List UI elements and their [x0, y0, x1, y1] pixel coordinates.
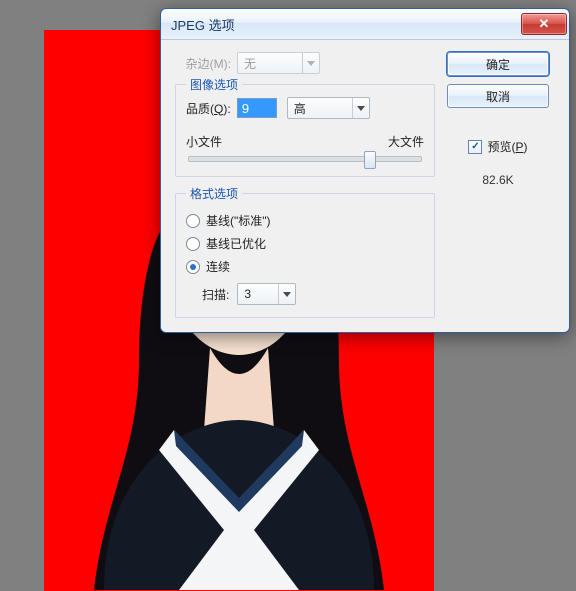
- radio-progressive[interactable]: 连续: [186, 258, 424, 275]
- slider-labels: 小文件 大文件: [186, 133, 424, 150]
- radio-baseline-standard[interactable]: 基线("标准"): [186, 212, 424, 229]
- ok-button[interactable]: 确定: [447, 52, 549, 76]
- image-options-group: 图像选项 品质(Q): 高 小文件 大文件: [175, 84, 435, 177]
- titlebar[interactable]: JPEG 选项 ✕: [161, 9, 569, 40]
- slider-label-large: 大文件: [388, 133, 424, 150]
- quality-preset-combo[interactable]: 高: [287, 97, 370, 119]
- radio-icon: [186, 214, 200, 228]
- scans-value: 3: [238, 287, 278, 301]
- preview-checkbox[interactable]: ✓ 预览(P): [468, 138, 527, 155]
- jpeg-options-dialog: JPEG 选项 ✕ 杂边(M): 无 图像选项 品质(Q):: [160, 8, 570, 333]
- cancel-button[interactable]: 取消: [447, 84, 549, 108]
- chevron-down-icon: [302, 53, 319, 73]
- ok-label: 确定: [486, 56, 510, 73]
- radio-icon: [186, 260, 200, 274]
- left-pane: 杂边(M): 无 图像选项 品质(Q): 高: [175, 52, 435, 318]
- chevron-down-icon: [278, 284, 295, 304]
- matte-combo: 无: [237, 52, 320, 74]
- radio-label: 连续: [206, 258, 230, 275]
- slider-label-small: 小文件: [186, 133, 222, 150]
- format-options-group: 格式选项 基线("标准") 基线已优化 连续 扫描: 3: [175, 193, 435, 318]
- right-pane: 确定 取消 ✓ 预览(P) 82.6K: [443, 52, 553, 318]
- filesize-text: 82.6K: [482, 173, 513, 187]
- quality-label: 品质(Q):: [186, 100, 231, 117]
- dialog-title: JPEG 选项: [171, 15, 521, 34]
- close-icon: ✕: [539, 16, 550, 32]
- slider-thumb[interactable]: [364, 151, 376, 169]
- checkbox-icon: ✓: [468, 140, 482, 154]
- quality-slider[interactable]: [188, 156, 422, 162]
- image-options-legend: 图像选项: [186, 76, 242, 93]
- format-options-legend: 格式选项: [186, 185, 242, 202]
- matte-row: 杂边(M): 无: [175, 52, 435, 74]
- scans-row: 扫描: 3: [202, 283, 424, 305]
- preview-label: 预览(P): [487, 138, 527, 155]
- matte-value: 无: [238, 55, 302, 72]
- radio-label: 基线("标准"): [206, 212, 271, 229]
- quality-input[interactable]: [237, 98, 277, 118]
- radio-label: 基线已优化: [206, 235, 266, 252]
- matte-label: 杂边(M):: [175, 55, 231, 72]
- quality-preset-value: 高: [288, 100, 352, 117]
- radio-baseline-optimized[interactable]: 基线已优化: [186, 235, 424, 252]
- radio-icon: [186, 237, 200, 251]
- chevron-down-icon: [352, 98, 369, 118]
- quality-row: 品质(Q): 高: [186, 97, 424, 119]
- close-button[interactable]: ✕: [521, 13, 567, 35]
- scans-label: 扫描:: [202, 286, 229, 303]
- cancel-label: 取消: [486, 88, 510, 105]
- dialog-body: 杂边(M): 无 图像选项 品质(Q): 高: [161, 40, 569, 332]
- scans-combo[interactable]: 3: [237, 283, 296, 305]
